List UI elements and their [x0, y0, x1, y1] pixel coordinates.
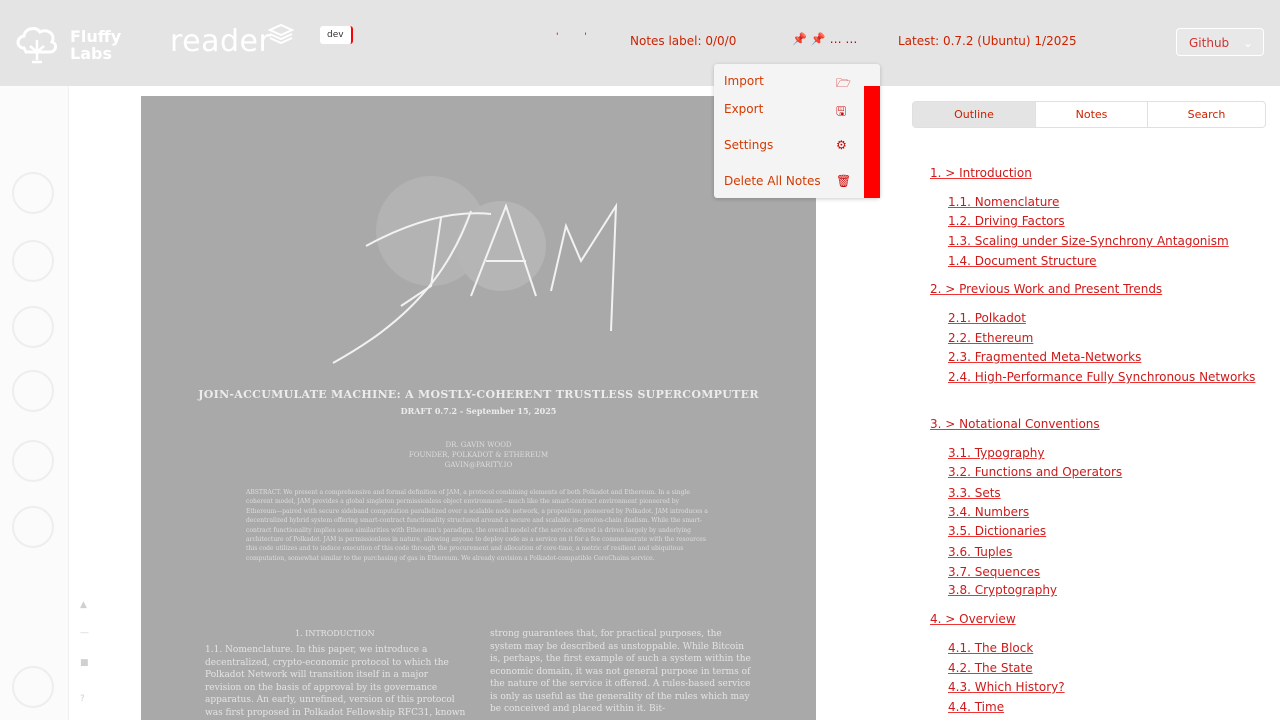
- outline-subsection[interactable]: 3.7. Sequences: [948, 565, 1040, 579]
- outline-section[interactable]: 1. > Introduction: [930, 166, 1032, 180]
- rail-layers-icon[interactable]: [12, 240, 54, 282]
- outline-subsection[interactable]: 4.3. Which History?: [948, 680, 1065, 694]
- brand-logo[interactable]: Fluffy Labs: [14, 22, 124, 64]
- outline-subsection[interactable]: 3.1. Typography: [948, 446, 1044, 460]
- menu-item-label: Export: [724, 102, 764, 116]
- gear-icon: ⚙: [836, 138, 847, 152]
- folder-open-icon: 🗁: [836, 76, 851, 90]
- outline-subsection[interactable]: 4.2. The State: [948, 661, 1033, 675]
- document-abstract: ABSTRACT. We present a comprehensive and…: [246, 489, 708, 562]
- layers-icon: [268, 23, 294, 45]
- rail-controller-icon[interactable]: [12, 306, 54, 348]
- brand-name: Fluffy Labs: [70, 28, 121, 62]
- outline-subsection[interactable]: 3.4. Numbers: [948, 505, 1029, 519]
- outline-section[interactable]: 2. > Previous Work and Present Trends: [930, 282, 1162, 296]
- outline-section[interactable]: 3. > Notational Conventions: [930, 417, 1100, 431]
- document-column-left: 1.1. Nomenclature. In this paper, we int…: [205, 645, 466, 718]
- env-badge: dev: [320, 26, 353, 44]
- zoom-out-icon[interactable]: —: [80, 628, 90, 640]
- menu-item-delete-notes[interactable]: Delete All Notes 🗑: [724, 174, 864, 194]
- outline-subsection[interactable]: 3.5. Dictionaries: [948, 524, 1046, 538]
- document-column-right: strong guarantees that, for practical pu…: [490, 629, 751, 714]
- pin-icon[interactable]: 📌: [792, 32, 807, 46]
- menu-item-label: Settings: [724, 138, 774, 152]
- top-bar: Fluffy Labs reader dev ' ' Notes label: …: [0, 0, 1280, 86]
- brand-name-line1: Fluffy: [70, 27, 122, 46]
- zoom-in-icon[interactable]: ▲: [80, 600, 90, 612]
- outline-subsection[interactable]: 2.2. Ethereum: [948, 331, 1033, 345]
- help-icon[interactable]: ?: [80, 694, 90, 706]
- outline-subsection[interactable]: 3.3. Sets: [948, 486, 1001, 500]
- outline-subsection[interactable]: 1.4. Document Structure: [948, 254, 1097, 268]
- left-rail: [0, 86, 69, 720]
- notes-status: Notes label: 0/0/0: [630, 34, 737, 48]
- rail-cloud-icon[interactable]: [12, 506, 54, 548]
- outline-subsection[interactable]: 3.2. Functions and Operators: [948, 465, 1122, 479]
- rail-globe-icon[interactable]: [12, 440, 54, 482]
- outline-subsection[interactable]: 2.3. Fragmented Meta-Networks: [948, 350, 1141, 364]
- trash-icon: 🗑: [836, 174, 852, 188]
- brand-name-line2: Labs: [70, 44, 112, 63]
- menu-item-label: Import: [724, 74, 764, 88]
- pin-outline-icon[interactable]: 📌: [811, 32, 826, 46]
- outline-subsection[interactable]: 4.1. The Block: [948, 641, 1033, 655]
- ellipsis-icon[interactable]: … …: [830, 32, 858, 46]
- outline-subsection[interactable]: 4.4. Time: [948, 700, 1004, 714]
- document-title: JOIN-ACCUMULATE MACHINE: A MOSTLY-COHERE…: [198, 388, 759, 401]
- chevron-down-icon: ⌄: [1242, 36, 1253, 50]
- outline-subsection[interactable]: 3.6. Tuples: [948, 545, 1012, 559]
- tab-notes[interactable]: Notes: [1035, 102, 1147, 127]
- menu-button-label: Github: [1189, 36, 1230, 50]
- author-email: GAVIN@PARITY.IO: [444, 461, 513, 469]
- author-title: FOUNDER, POLKADOT & ETHEREUM: [408, 451, 549, 459]
- latest-version-status: Latest: 0.7.2 (Ubuntu) 1/2025: [898, 34, 1077, 48]
- author-name: DR. GAVIN WOOD: [445, 441, 512, 449]
- document-draft: DRAFT 0.7.2 - September 15, 2025: [400, 406, 557, 416]
- rail-network-icon[interactable]: [12, 370, 54, 412]
- tab-outline[interactable]: Outline: [913, 102, 1035, 127]
- actions-dropdown: Import 🗁 Export 🖫 Settings ⚙ Delete All …: [714, 64, 880, 198]
- sidebar-tabs: Outline Notes Search: [912, 101, 1266, 128]
- toolbar-markers: ' ': [556, 32, 587, 42]
- tab-search[interactable]: Search: [1147, 102, 1265, 127]
- outline-subsection[interactable]: 2.4. High-Performance Fully Synchronous …: [948, 370, 1255, 384]
- menu-item-import[interactable]: Import 🗁: [724, 74, 864, 94]
- document-author: DR. GAVIN WOOD FOUNDER, POLKADOT & ETHER…: [141, 440, 816, 470]
- rail-settings-icon[interactable]: [12, 666, 54, 708]
- user-icon[interactable]: ■: [80, 658, 90, 670]
- outline-section[interactable]: 4. > Overview: [930, 612, 1016, 626]
- menu-item-export[interactable]: Export 🖫: [724, 102, 864, 122]
- app-name: reader: [170, 24, 272, 59]
- outline-subsection[interactable]: 3.8. Cryptography: [948, 583, 1057, 597]
- section-heading: 1. INTRODUCTION: [295, 629, 375, 638]
- outline-subsection[interactable]: 1.2. Driving Factors: [948, 214, 1065, 228]
- dropdown-accent: [864, 86, 880, 198]
- github-menu-button[interactable]: Github ⌄: [1176, 28, 1264, 56]
- cloud-tree-icon: [16, 27, 58, 64]
- outline-subsection[interactable]: 1.3. Scaling under Size-Synchrony Antago…: [948, 234, 1229, 248]
- outline-subsection[interactable]: 2.1. Polkadot: [948, 311, 1026, 325]
- menu-item-label: Delete All Notes: [724, 174, 821, 188]
- outline-subsection[interactable]: 1.1. Nomenclature: [948, 195, 1059, 209]
- save-icon: 🖫: [836, 104, 847, 118]
- rail-search-icon[interactable]: [12, 172, 54, 214]
- menu-item-settings[interactable]: Settings ⚙: [724, 138, 864, 158]
- pin-icons: 📌 📌 … …: [792, 32, 857, 46]
